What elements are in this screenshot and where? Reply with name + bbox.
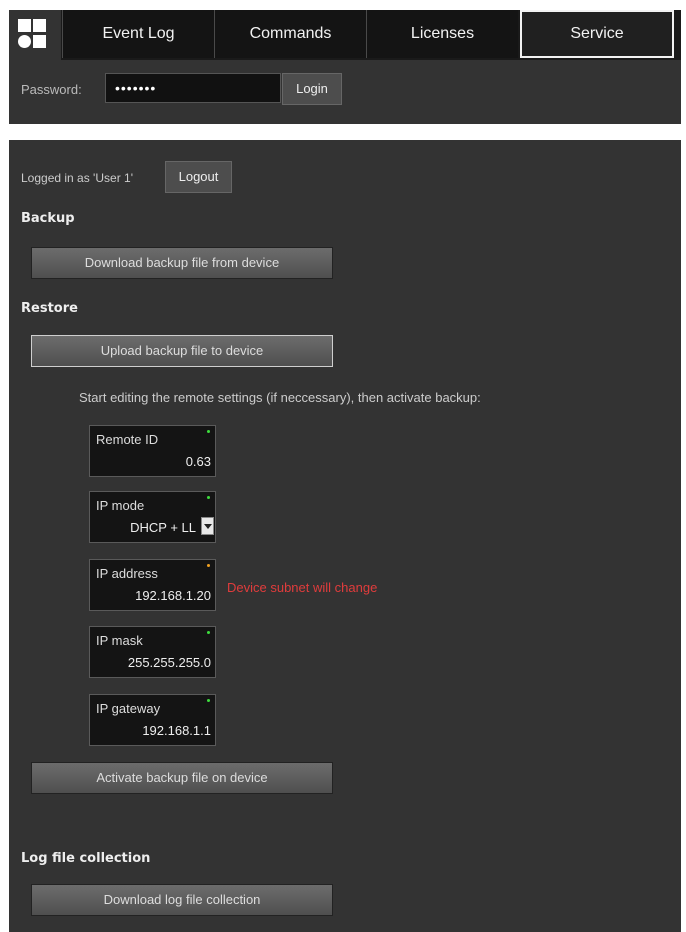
password-input[interactable]: ••••••• xyxy=(105,73,281,103)
ip-gateway-field[interactable]: IP gateway 192.168.1.1 xyxy=(89,694,216,746)
tab-service[interactable]: Service xyxy=(520,10,674,58)
ip-address-label: IP address xyxy=(96,566,158,581)
ip-mask-value: 255.255.255.0 xyxy=(127,655,211,670)
status-dot-icon xyxy=(207,496,210,499)
status-dot-icon xyxy=(207,430,210,433)
header-area: Event Log Commands Licenses Service Pass… xyxy=(9,10,681,124)
remote-id-label: Remote ID xyxy=(96,432,159,447)
upload-backup-button[interactable]: Upload backup file to device xyxy=(31,335,333,367)
ip-gateway-value: 192.168.1.1 xyxy=(142,723,211,738)
logout-button[interactable]: Logout xyxy=(165,161,232,193)
subnet-warning: Device subnet will change xyxy=(227,580,378,595)
tab-event-log[interactable]: Event Log xyxy=(62,10,214,58)
tab-commands[interactable]: Commands xyxy=(214,10,366,58)
ip-mask-field[interactable]: IP mask 255.255.255.0 xyxy=(89,626,216,678)
status-dot-icon xyxy=(207,564,210,567)
log-collection-heading: Log file collection xyxy=(21,851,151,866)
remote-id-value: 0.63 xyxy=(185,454,211,469)
status-dot-icon xyxy=(207,699,210,702)
ip-address-field[interactable]: IP address 192.168.1.20 xyxy=(89,559,216,611)
status-dot-icon xyxy=(207,631,210,634)
app-logo-icon[interactable] xyxy=(9,10,61,60)
login-button[interactable]: Login xyxy=(282,73,342,105)
password-label: Password: xyxy=(21,82,82,97)
ip-gateway-label: IP gateway xyxy=(96,701,161,716)
activate-backup-button[interactable]: Activate backup file on device xyxy=(31,762,333,794)
dropdown-arrow-icon[interactable] xyxy=(201,517,214,535)
ip-mask-label: IP mask xyxy=(96,633,143,648)
service-panel: Logged in as 'User 1' Logout Backup Down… xyxy=(9,140,681,932)
download-log-button[interactable]: Download log file collection xyxy=(31,884,333,916)
ip-address-value: 192.168.1.20 xyxy=(135,588,211,603)
ip-mode-label: IP mode xyxy=(96,498,145,513)
restore-heading: Restore xyxy=(21,301,78,316)
backup-heading: Backup xyxy=(21,211,75,226)
restore-hint: Start editing the remote settings (if ne… xyxy=(79,390,481,405)
remote-id-field[interactable]: Remote ID 0.63 xyxy=(89,425,216,477)
tab-licenses[interactable]: Licenses xyxy=(366,10,518,58)
logged-in-text: Logged in as 'User 1' xyxy=(21,171,133,185)
download-backup-button[interactable]: Download backup file from device xyxy=(31,247,333,279)
ip-mode-value: DHCP + LL xyxy=(130,520,196,535)
ip-mode-field[interactable]: IP mode DHCP + LL xyxy=(89,491,216,543)
tab-bar: Event Log Commands Licenses Service xyxy=(9,10,681,60)
